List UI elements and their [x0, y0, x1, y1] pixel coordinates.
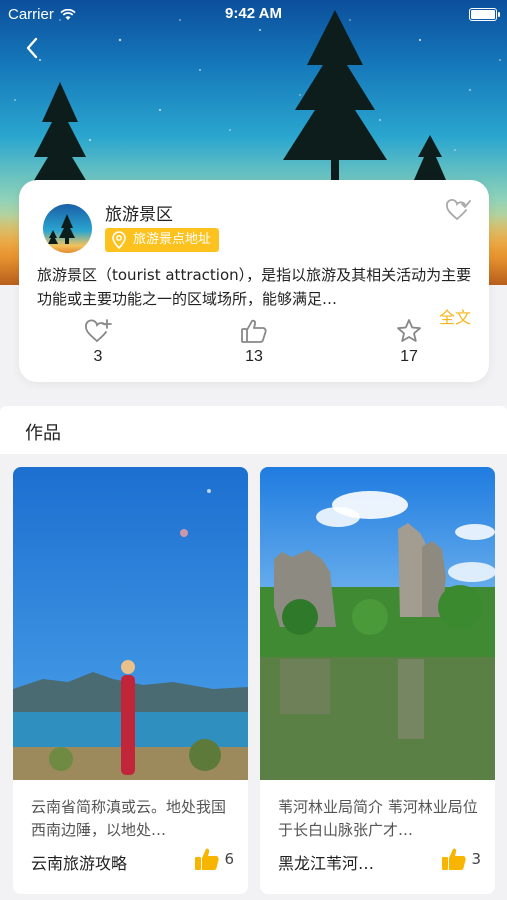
- work-title: 云南旅游攻略: [31, 854, 128, 873]
- work-like-button[interactable]: 3: [441, 847, 481, 871]
- thumb-up-icon: [195, 848, 220, 870]
- thumb-up-icon: [442, 848, 467, 870]
- stat-favorites[interactable]: 3: [68, 318, 128, 366]
- spot-info-card: 旅游景区 旅游景点地址 旅游景区（tourist attraction），是指以…: [19, 180, 489, 382]
- favorite-button[interactable]: [445, 198, 471, 226]
- stars-count: 17: [400, 348, 418, 365]
- location-pin-icon: [112, 231, 126, 249]
- work-like-count: 6: [224, 850, 234, 868]
- thumb-up-icon: [241, 319, 267, 343]
- work-title: 黑龙江苇河…: [278, 854, 375, 873]
- pine-tree-center: [283, 10, 387, 190]
- work-image-2: [260, 467, 495, 780]
- likes-count: 13: [245, 348, 263, 365]
- back-button[interactable]: [18, 34, 46, 62]
- favorite-add-icon: [446, 199, 471, 220]
- work-like-button[interactable]: 6: [194, 847, 234, 871]
- work-card-2[interactable]: 苇河林业局简介 苇河林业局位于长白山脉张广才… 黑龙江苇河… 3: [260, 467, 495, 894]
- status-time: 9:42 AM: [225, 5, 282, 22]
- stat-likes[interactable]: 13: [224, 318, 284, 366]
- address-tag-label: 旅游景点地址: [133, 232, 212, 247]
- full-text-link[interactable]: 全文: [439, 304, 471, 328]
- status-bar: Carrier 9:42 AM: [0, 0, 507, 28]
- spot-avatar: [43, 204, 92, 253]
- work-image-1: [13, 467, 248, 780]
- work-description: 云南省简称滇或云。地处我国西南边陲，以地处…: [31, 798, 227, 839]
- pine-tree-left: [30, 82, 90, 187]
- stat-stars[interactable]: 17: [379, 318, 439, 366]
- address-tag[interactable]: 旅游景点地址: [105, 228, 220, 252]
- works-section-title: 作品: [25, 423, 61, 444]
- spot-name: 旅游景区: [105, 205, 173, 225]
- favorites-count: 3: [93, 348, 103, 365]
- work-like-count: 3: [471, 850, 481, 868]
- work-description: 苇河林业局简介 苇河林业局位于长白山脉张广才…: [278, 798, 478, 839]
- work-card-1[interactable]: 云南省简称滇或云。地处我国西南边陲，以地处… 云南旅游攻略 6: [13, 467, 248, 894]
- spot-description: 旅游景区（tourist attraction），是指以旅游及其相关活动为主要功…: [37, 266, 472, 308]
- battery-icon: [469, 8, 500, 21]
- back-icon: [26, 37, 38, 59]
- star-icon: [397, 319, 421, 342]
- favorite-add-icon: [85, 319, 112, 342]
- works-section-header: 作品: [0, 406, 507, 454]
